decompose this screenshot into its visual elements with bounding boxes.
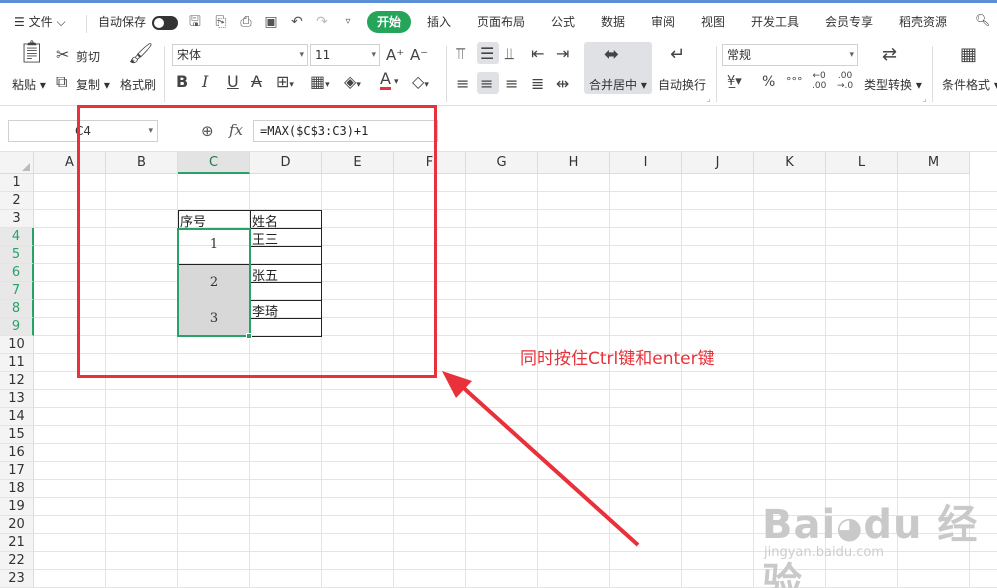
spreadsheet-app: ☰ 文件 ⌵ 自动保存 🖫 ⎘ ⎙ ▣ ↶ ↷ ▿ 开始 插入 页面布局 公式 … xyxy=(0,0,997,588)
annotation-text: 同时按住Ctrl键和enter键 xyxy=(520,349,715,369)
watermark-logo: Bai◕du 经验 xyxy=(762,502,979,588)
watermark-url: jingyan.baidu.com xyxy=(764,545,884,560)
